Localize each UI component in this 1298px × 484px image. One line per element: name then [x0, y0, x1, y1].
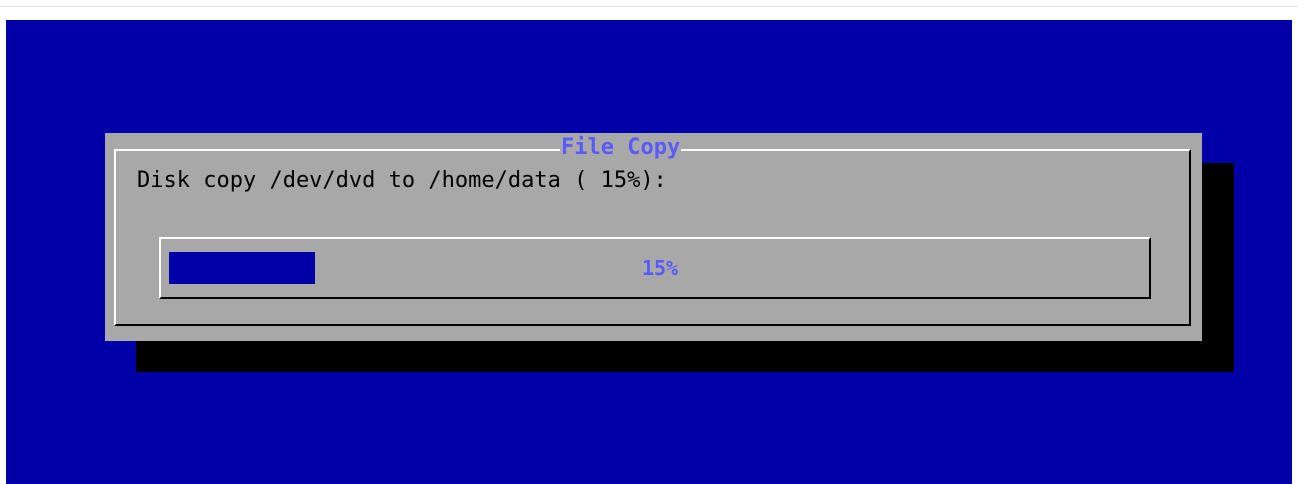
window-top-divider: [0, 6, 1298, 7]
progress-label: 15%: [641, 256, 679, 280]
gauge-dialog: File Copy Disk copy /dev/dvd to /home/da…: [105, 133, 1202, 341]
terminal-screen: File Copy Disk copy /dev/dvd to /home/da…: [6, 20, 1292, 484]
dialog-title: File Copy: [560, 135, 682, 161]
progress-gauge: 15%: [159, 237, 1151, 299]
progress-track: 15%: [169, 252, 1141, 284]
dialog-message: Disk copy /dev/dvd to /home/data ( 15%):: [137, 168, 667, 193]
